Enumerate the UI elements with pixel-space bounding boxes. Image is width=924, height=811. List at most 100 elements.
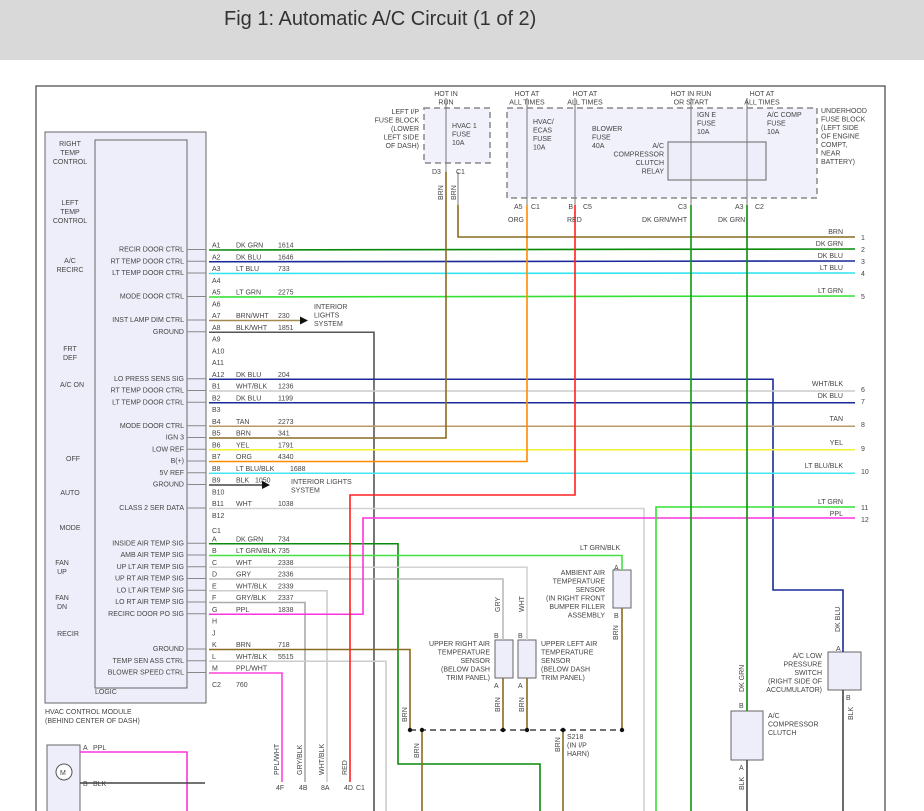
wire-color-label: PPL/WHT xyxy=(274,743,281,775)
circuit-number: 760 xyxy=(236,682,248,689)
hot-label: HOT IN RUN xyxy=(671,91,712,98)
control-label: RECIRC xyxy=(57,267,84,274)
control-label: TEMP xyxy=(60,150,80,157)
upper-right-sensor-label: UPPER RIGHT AIR xyxy=(429,641,490,648)
output-wire-label: TAN xyxy=(830,416,843,423)
pin-label: C1 xyxy=(456,169,465,176)
pin-label: B9 xyxy=(212,478,221,485)
pin-label: A2 xyxy=(212,254,221,261)
output-number: 6 xyxy=(861,387,865,394)
left-ip-fuse-block-label: LEFT SIDE xyxy=(384,135,420,142)
hot-label: ALL TIMES xyxy=(509,100,545,107)
pin-label: A5 xyxy=(212,290,221,297)
connector-c2-label: C2 xyxy=(212,682,221,689)
wire-color-label: BLK xyxy=(93,781,107,788)
relay-label: COMPRESSOR xyxy=(613,152,664,159)
circuit-number: 1851 xyxy=(278,325,294,332)
circuit-number: 1236 xyxy=(278,384,294,391)
fuse-label: 10A xyxy=(452,140,465,147)
fuse-label: FUSE xyxy=(452,132,471,139)
circuit-number: 733 xyxy=(278,266,290,273)
wire-color-label: RED xyxy=(567,217,582,224)
underhood-fuse-block-label: OF ENGINE xyxy=(821,134,860,141)
output-number: 7 xyxy=(861,399,865,406)
compressor-clutch-label: A/C xyxy=(768,713,780,720)
control-label: FAN xyxy=(55,560,69,567)
upper-right-sensor-label: TEMPERATURE xyxy=(438,650,491,657)
signal-label: RECIRC DOOR PO SIG xyxy=(108,611,184,618)
signal-label: LT TEMP DOOR CTRL xyxy=(112,270,184,277)
signal-label: GROUND xyxy=(153,482,184,489)
wire-color-label: GRY/BLK xyxy=(297,744,304,775)
circuit-number: 1614 xyxy=(278,243,294,250)
pin-label: A xyxy=(614,565,619,572)
fuse-label: BLOWER xyxy=(592,126,622,133)
wire-color-label: BRN xyxy=(613,625,620,640)
circuit-number: 1791 xyxy=(278,442,294,449)
low-pressure-switch-label: ACCUMULATOR) xyxy=(766,687,822,694)
control-label: CONTROL xyxy=(53,218,87,225)
control-label: FAN xyxy=(55,595,69,602)
low-pressure-switch-label: SWITCH xyxy=(794,670,822,677)
upper-left-sensor-label: TEMPERATURE xyxy=(541,650,594,657)
pin-label: J xyxy=(212,630,216,637)
ambient-air-temp-sensor xyxy=(612,569,632,609)
pin-label: A7 xyxy=(212,313,221,320)
pin-label: A xyxy=(836,646,841,653)
signal-label: GROUND xyxy=(153,329,184,336)
wire-color-label: LT BLU/BLK xyxy=(236,466,275,473)
signal-label: INSIDE AIR TEMP SIG xyxy=(112,540,184,547)
circuit-number: 2338 xyxy=(278,560,294,567)
wire-color-label: BRN xyxy=(519,697,526,712)
splice-dot xyxy=(419,727,425,733)
fuse-label: 10A xyxy=(697,129,710,136)
wire-color-label: WHT/BLK xyxy=(319,744,326,775)
signal-label: MODE DOOR CTRL xyxy=(120,423,184,430)
wire-color-label: BRN xyxy=(402,707,409,722)
fuse-label: FUSE xyxy=(697,121,716,128)
fuse-label: FUSE xyxy=(533,136,552,143)
wire-a1 xyxy=(208,248,856,251)
wire-color-label: BLK/WHT xyxy=(236,325,268,332)
pin-label: D xyxy=(212,572,217,579)
wiring-diagram: LOGIC HVAC CONTROL MODULE (BEHIND CENTER… xyxy=(35,85,886,811)
wire-a5 xyxy=(208,295,856,298)
wire-color-label: PPL/WHT xyxy=(236,666,268,673)
pin-label: A11 xyxy=(212,360,224,367)
pin-label: G xyxy=(212,607,217,614)
pin-label: B7 xyxy=(212,454,221,461)
wire-color-label: GRY xyxy=(236,572,251,579)
pin-label: C5 xyxy=(583,204,592,211)
pin-label: A xyxy=(83,745,88,752)
circuit-number: 734 xyxy=(278,536,290,543)
pin-label: C1 xyxy=(531,204,540,211)
control-label: TEMP xyxy=(60,209,80,216)
signal-label: B(+) xyxy=(171,458,184,465)
pin-label: B xyxy=(494,633,499,640)
wire-color-label: PPL xyxy=(236,607,249,614)
wire-color-label: BRN xyxy=(555,737,562,752)
output-wire-label: PPL xyxy=(830,511,843,518)
bottom-connector-pin: 4F xyxy=(276,785,284,792)
ac-compressor-clutch xyxy=(730,710,764,761)
module-name: HVAC CONTROL MODULE xyxy=(45,709,132,716)
control-label: DN xyxy=(57,604,67,611)
pin-label: B11 xyxy=(212,501,224,508)
upper-left-sensor-label: SENSOR xyxy=(541,658,571,665)
output-number: 10 xyxy=(861,469,869,476)
wire-color-label: BLK xyxy=(236,478,250,485)
ambient-sensor-label: ASSEMBLY xyxy=(568,613,606,620)
splice-dot xyxy=(619,727,625,733)
pin-label: A xyxy=(212,536,217,543)
fuse-label: HVAC/ xyxy=(533,119,554,126)
wire-color-label: DK GRN xyxy=(236,536,263,543)
hot-label: HOT AT xyxy=(573,91,598,98)
pin-label: A9 xyxy=(212,337,221,344)
wire-color-label: DK GRN/WHT xyxy=(642,217,688,224)
circuit-number: 1199 xyxy=(278,395,293,402)
wire-color-label: ORG xyxy=(508,217,524,224)
wire-color-label: LT BLU xyxy=(236,266,259,273)
control-label: DEF xyxy=(63,355,77,362)
low-pressure-switch-label: A/C LOW xyxy=(792,653,822,660)
bottom-connector-pin: C1 xyxy=(356,785,365,792)
